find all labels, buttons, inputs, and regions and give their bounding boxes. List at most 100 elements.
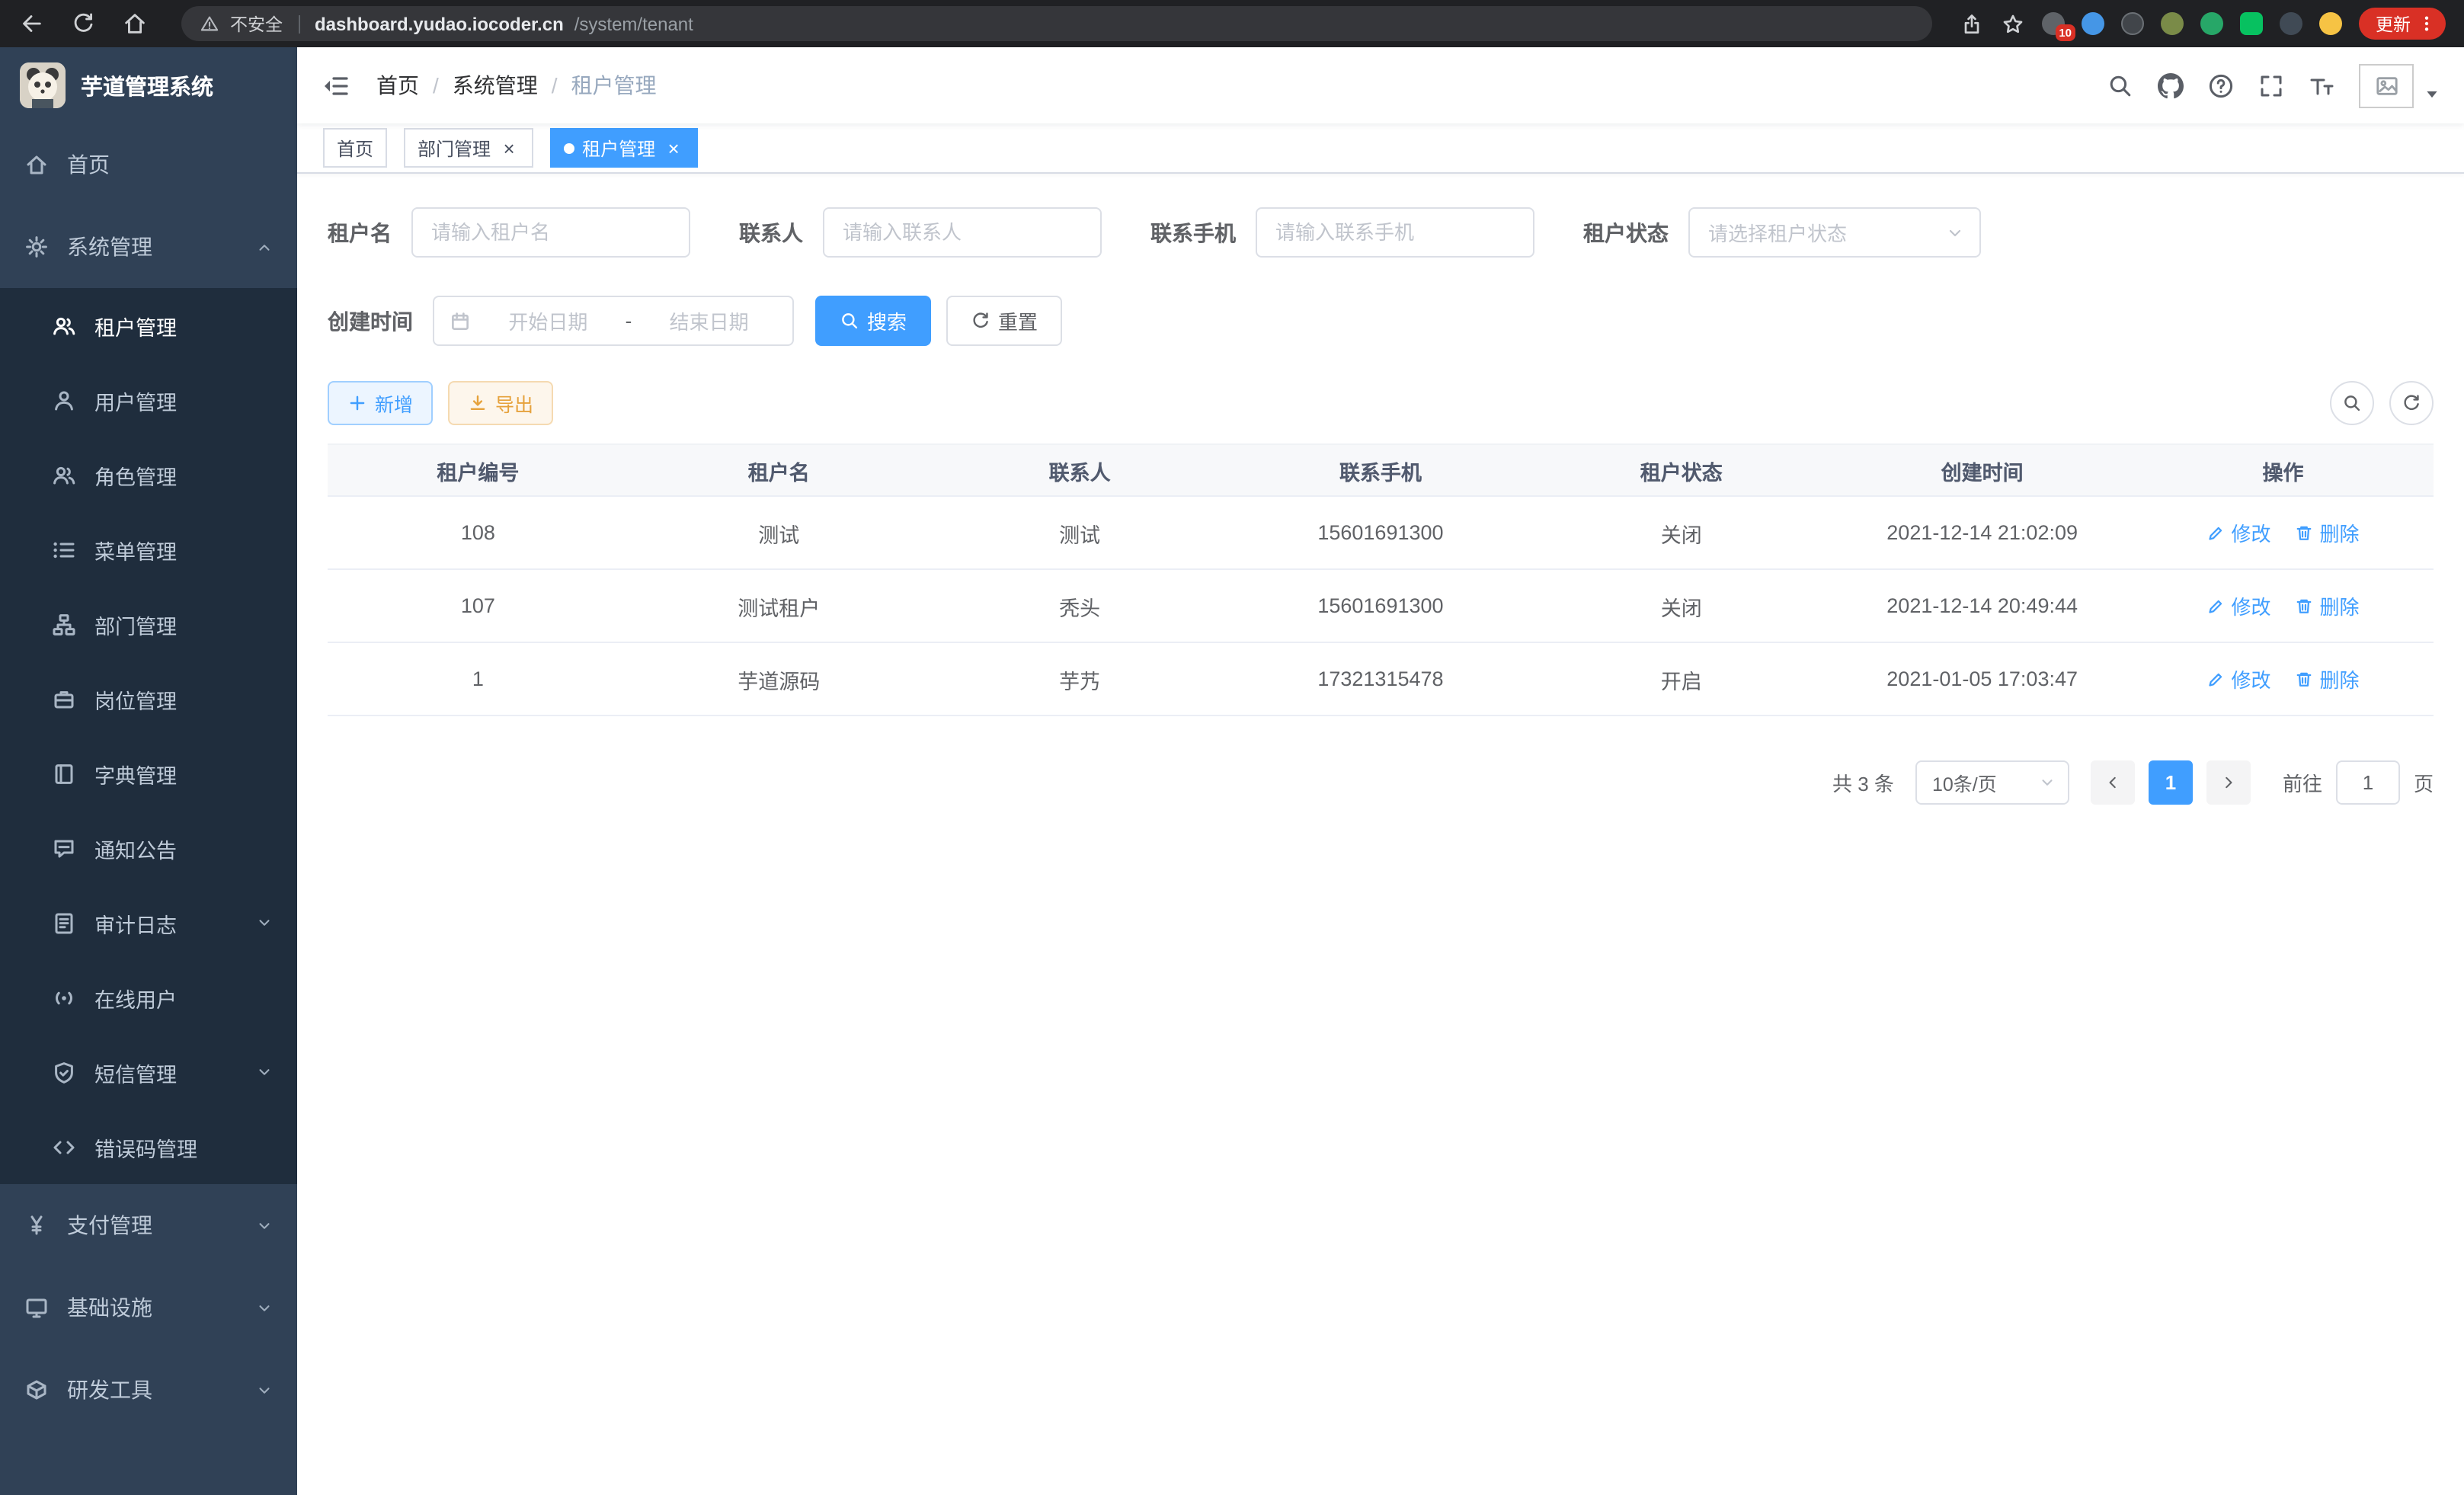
extension-icon-4[interactable] [2161, 12, 2184, 35]
logo[interactable]: 芋道管理系统 [0, 47, 297, 123]
table-row[interactable]: 1 芋道源码 芋艿 17321315478 开启 2021-01-05 17:0… [328, 643, 2434, 716]
tab-home[interactable]: 首页 [323, 128, 387, 168]
app-frame: 芋道管理系统 首页 系统管理 租户管理 [0, 47, 2464, 1495]
sidebar-item-notice[interactable]: 通知公告 [0, 811, 297, 885]
table-row[interactable]: 107 测试租户 秃头 15601691300 关闭 2021-12-14 20… [328, 570, 2434, 643]
edit-button[interactable]: 修改 [2206, 664, 2270, 693]
menu-item-label: 角色管理 [94, 459, 177, 490]
phone-input[interactable] [1256, 207, 1534, 258]
sidebar-item-system-management[interactable]: 系统管理 [0, 206, 297, 288]
goto-page-input[interactable] [2336, 760, 2400, 805]
sidebar-item-tenant-management[interactable]: 租户管理 [0, 288, 297, 363]
sidebar-item-sms-management[interactable]: 短信管理 [0, 1035, 297, 1109]
sidebar-item-online-users[interactable]: 在线用户 [0, 960, 297, 1035]
sidebar-item-dept-management[interactable]: 部门管理 [0, 587, 297, 661]
sidebar-item-dev-tools[interactable]: 研发工具 [0, 1349, 297, 1431]
column-header: 创建时间 [1832, 455, 2133, 485]
caret-down-icon[interactable] [2424, 86, 2440, 101]
home-icon[interactable] [122, 11, 148, 37]
refresh-table-button[interactable] [2389, 381, 2434, 425]
sidebar-item-infrastructure[interactable]: 基础设施 [0, 1266, 297, 1349]
sidebar-item-menu-management[interactable]: 菜单管理 [0, 512, 297, 587]
search-icon [2342, 393, 2362, 413]
sidebar-item-error-code[interactable]: 错误码管理 [0, 1109, 297, 1184]
close-icon[interactable]: × [663, 137, 684, 158]
extension-icon-3[interactable] [2121, 12, 2144, 35]
sidebar-item-dict-management[interactable]: 字典管理 [0, 736, 297, 811]
update-button[interactable]: 更新 [2359, 8, 2446, 40]
extension-icon-2[interactable] [2082, 12, 2104, 35]
extension-icon-6[interactable] [2240, 12, 2263, 35]
tenant-name-input[interactable] [411, 207, 690, 258]
table-cell: 15601691300 [1230, 594, 1531, 617]
table-cell: 2021-12-14 20:49:44 [1832, 594, 2133, 617]
sidebar-item-user-management[interactable]: 用户管理 [0, 363, 297, 437]
menu-item-label: 岗位管理 [94, 683, 177, 714]
tenant-table: 租户编号 租户名 联系人 联系手机 租户状态 创建时间 操作 108 测试 测试… [328, 443, 2434, 716]
delete-button[interactable]: 删除 [2295, 518, 2359, 547]
breadcrumb-current: 租户管理 [571, 70, 657, 101]
message-icon [52, 836, 76, 860]
page-1-button[interactable]: 1 [2149, 760, 2193, 805]
contact-input[interactable] [823, 207, 1102, 258]
reload-icon[interactable] [70, 11, 96, 37]
fullscreen-icon[interactable] [2258, 72, 2284, 98]
sidebar-item-post-management[interactable]: 岗位管理 [0, 661, 297, 736]
search-button[interactable]: 搜索 [815, 296, 931, 346]
address-bar[interactable]: 不安全 dashboard.yudao.iocoder.cn/system/te… [181, 6, 1932, 41]
close-icon[interactable]: × [498, 137, 520, 158]
menu-item-label: 支付管理 [67, 1210, 152, 1240]
github-icon[interactable] [2158, 72, 2184, 98]
extension-icon-5[interactable] [2200, 12, 2223, 35]
kebab-menu-icon[interactable] [2418, 15, 2435, 32]
toolbar-right [2330, 381, 2434, 425]
help-icon[interactable] [2208, 72, 2234, 98]
toggle-search-button[interactable] [2330, 381, 2374, 425]
delete-button[interactable]: 删除 [2295, 664, 2359, 693]
tenant-status-select[interactable]: 请选择租户状态 [1688, 207, 1981, 258]
gear-icon [24, 235, 49, 259]
bookmark-star-icon[interactable] [2001, 11, 2025, 36]
search-icon[interactable] [2107, 72, 2133, 98]
breadcrumb-system[interactable]: 系统管理 [453, 70, 538, 101]
filter-row-1: 租户名 联系人 联系手机 租户状态 请选择租户状态 [328, 207, 2434, 258]
reset-button[interactable]: 重置 [946, 296, 1062, 346]
sidebar-item-audit-log[interactable]: 审计日志 [0, 885, 297, 960]
download-icon [468, 393, 488, 413]
table-row[interactable]: 108 测试 测试 15601691300 关闭 2021-12-14 21:0… [328, 497, 2434, 570]
tab-label: 租户管理 [582, 135, 655, 161]
next-page-button[interactable] [2206, 760, 2251, 805]
code-icon [52, 1135, 76, 1159]
tab-dept-management[interactable]: 部门管理 × [404, 128, 533, 168]
button-label: 导出 [495, 389, 533, 418]
sidebar-item-pay-management[interactable]: 支付管理 [0, 1184, 297, 1266]
table-cell: 测试租户 [629, 591, 930, 621]
sidebar-item-role-management[interactable]: 角色管理 [0, 437, 297, 512]
prev-page-button[interactable] [2091, 760, 2135, 805]
create-time-range-picker[interactable]: 开始日期 - 结束日期 [433, 296, 794, 346]
url-path: /system/tenant [574, 13, 693, 34]
back-icon[interactable] [18, 11, 44, 37]
plus-icon [347, 393, 367, 413]
font-size-icon[interactable] [2309, 72, 2334, 98]
export-button[interactable]: 导出 [448, 381, 553, 425]
broken-image-icon [2375, 74, 2398, 97]
sidebar-item-home[interactable]: 首页 [0, 123, 297, 206]
edit-button[interactable]: 修改 [2206, 518, 2270, 547]
button-label: 重置 [998, 306, 1038, 335]
yen-icon [24, 1213, 49, 1237]
extension-icon-7[interactable] [2280, 12, 2302, 35]
edit-button[interactable]: 修改 [2206, 591, 2270, 620]
page-size-select[interactable]: 10条/页 [1915, 760, 2069, 805]
filter-tenant-name: 租户名 [328, 207, 690, 258]
breadcrumb-home[interactable]: 首页 [376, 70, 419, 101]
share-icon[interactable] [1960, 11, 1984, 36]
search-icon [840, 311, 859, 331]
tab-tenant-management[interactable]: 租户管理 × [550, 128, 698, 168]
profile-avatar-icon[interactable] [2319, 12, 2342, 35]
sidebar-toggle-icon[interactable] [322, 71, 350, 100]
delete-button[interactable]: 删除 [2295, 591, 2359, 620]
add-button[interactable]: 新增 [328, 381, 433, 425]
avatar[interactable] [2359, 63, 2414, 107]
extension-icon-1[interactable]: 10 [2042, 12, 2065, 35]
